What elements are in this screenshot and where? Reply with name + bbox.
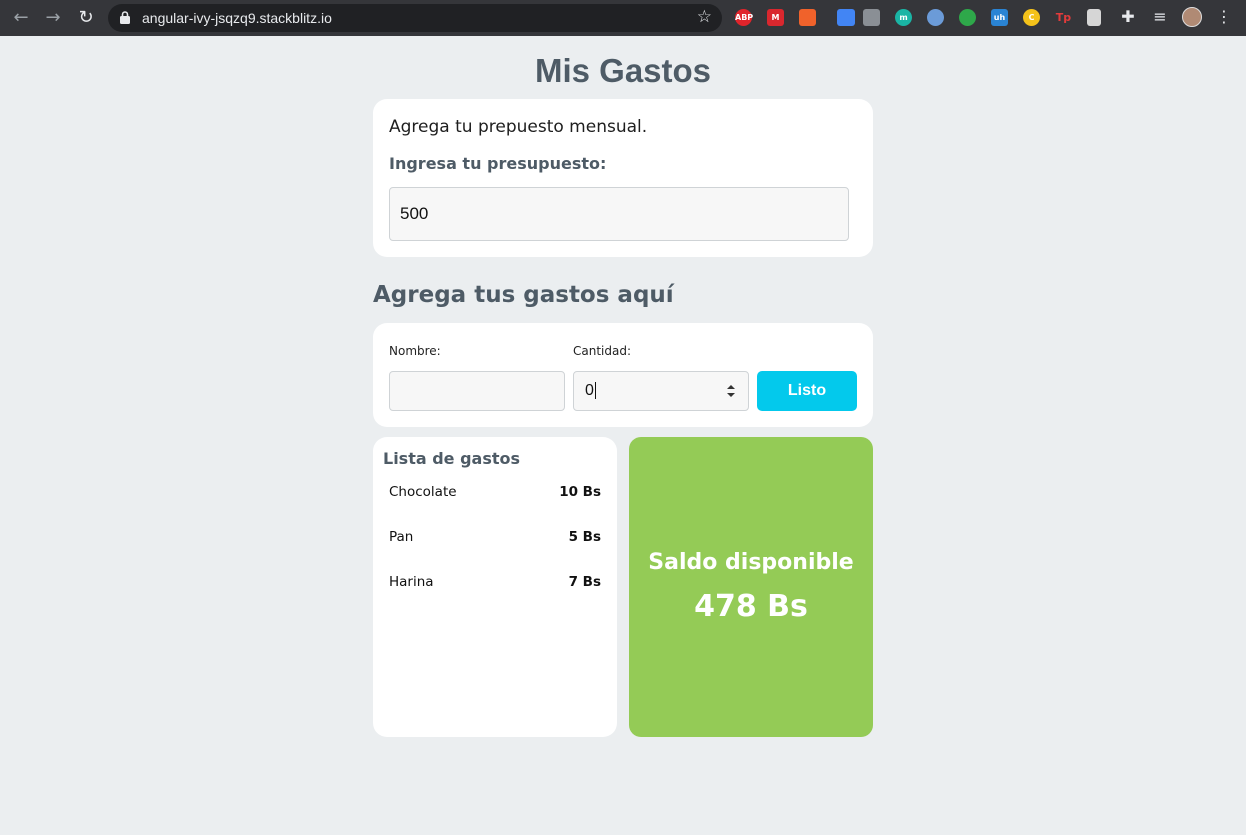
address-bar[interactable]: angular-ivy-jsqzq9.stackblitz.io ☆ xyxy=(108,4,722,32)
list-item: Harina 7 Bs xyxy=(389,574,601,594)
list-item: Pan 5 Bs xyxy=(389,529,601,549)
doc-extension-icon[interactable] xyxy=(1087,9,1101,26)
lock-icon xyxy=(120,11,130,24)
adblock-extension-icon[interactable]: ABP xyxy=(735,9,753,26)
forward-arrow-icon[interactable]: → xyxy=(42,7,64,29)
reload-icon[interactable]: ↻ xyxy=(75,7,97,29)
expense-section-title: Agrega tus gastos aquí xyxy=(373,282,674,308)
expense-amount: 5 Bs xyxy=(568,529,601,545)
expense-form-card: Nombre: Cantidad: 0 Listo xyxy=(373,323,873,427)
ring-extension-icon[interactable] xyxy=(927,9,944,26)
tp-extension-icon[interactable]: Tp xyxy=(1055,9,1072,26)
bookmark-star-icon[interactable]: ☆ xyxy=(697,7,712,27)
mega-extension-icon[interactable]: M xyxy=(767,9,784,26)
expense-amount: 10 Bs xyxy=(559,484,601,500)
budget-input-value: 500 xyxy=(400,204,429,223)
colorful-extension-icon[interactable] xyxy=(959,9,976,26)
url-text: angular-ivy-jsqzq9.stackblitz.io xyxy=(142,10,332,26)
page-title: Mis Gastos xyxy=(534,52,712,89)
expense-list-card: Lista de gastos Chocolate 10 Bs Pan 5 Bs… xyxy=(373,437,617,737)
expense-name: Pan xyxy=(389,529,414,545)
pen-extension-icon[interactable] xyxy=(837,9,855,26)
budget-input[interactable]: 500 xyxy=(389,187,849,241)
puzzle-icon[interactable]: ✚ xyxy=(1118,6,1138,28)
balance-card: Saldo disponible 478 Bs xyxy=(629,437,873,737)
yellow-extension-icon[interactable]: C xyxy=(1023,9,1040,26)
menu-kebab-icon[interactable]: ⋮ xyxy=(1214,6,1234,28)
name-input[interactable] xyxy=(389,371,565,411)
spinner-arrows-icon[interactable] xyxy=(726,383,736,399)
quantity-label: Cantidad: xyxy=(573,344,632,358)
text-caret xyxy=(594,382,596,400)
name-label: Nombre: xyxy=(389,344,441,358)
browser-toolbar: ← → ↻ angular-ivy-jsqzq9.stackblitz.io ☆… xyxy=(0,0,1246,36)
profile-avatar[interactable] xyxy=(1182,7,1202,27)
balance-amount: 478 Bs xyxy=(694,589,808,624)
list-item: Chocolate 10 Bs xyxy=(389,484,601,504)
reading-list-icon[interactable]: ≡ xyxy=(1150,6,1170,28)
listo-button[interactable]: Listo xyxy=(757,371,857,411)
expense-name: Harina xyxy=(389,574,434,590)
budget-intro-text: Agrega tu prepuesto mensual. xyxy=(389,117,648,137)
uh-extension-icon[interactable]: uh xyxy=(991,9,1008,26)
quantity-input-value: 0 xyxy=(585,382,594,399)
expense-name: Chocolate xyxy=(389,484,457,500)
budget-label: Ingresa tu presupuesto: xyxy=(389,154,607,173)
orange-extension-icon[interactable] xyxy=(799,9,816,26)
teal-extension-icon[interactable]: m xyxy=(895,9,912,26)
quantity-input[interactable]: 0 xyxy=(573,371,749,411)
expense-list-title: Lista de gastos xyxy=(383,449,521,468)
back-arrow-icon[interactable]: ← xyxy=(10,7,32,29)
balance-label: Saldo disponible xyxy=(648,550,854,575)
expense-amount: 7 Bs xyxy=(568,574,601,590)
budget-card: Agrega tu prepuesto mensual. Ingresa tu … xyxy=(373,99,873,257)
gray-extension-icon[interactable] xyxy=(863,9,880,26)
